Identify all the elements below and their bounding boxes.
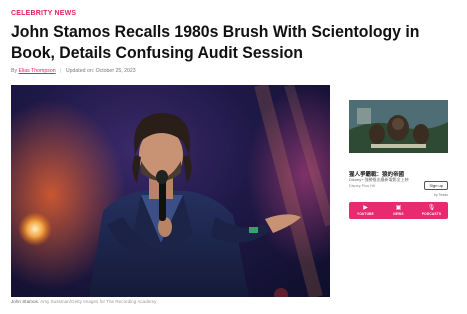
photo-caption: John Stamos. Amy Sussman/Getty Images fo… [11,299,157,304]
ad-description: Disney+ 強勢推出最新電影全上映 [349,177,409,182]
article-headline: John Stamos Recalls 1980s Brush With Sci… [11,22,420,62]
youtube-label: YOUTUBE [357,212,374,216]
hero-photo [11,85,330,297]
ad-image-drawing [349,100,448,153]
youtube-button[interactable]: ▶ YOUTUBE [349,202,382,219]
podcasts-label: PODCASTS [421,212,442,216]
byline: By Elias Thompson | Updated on: October … [11,68,136,74]
podcasts-button[interactable]: 🎙 PODCASTS [415,202,448,219]
youtube-icon: ▶ [363,205,368,211]
ad-by-teads[interactable]: by Teads [434,193,448,197]
ad-brand: Disney Plus HK [349,184,376,188]
caption-subject: John Stamos [11,299,38,304]
byline-prefix: By [11,68,18,74]
ad-image[interactable] [349,100,448,153]
news-button[interactable]: ▣ NEWS [382,202,415,219]
news-icon: ▣ [395,205,402,211]
category-label[interactable]: CELEBRITY NEWS [11,10,76,17]
app-bar: ▶ YOUTUBE ▣ NEWS 🎙 PODCASTS [349,202,448,219]
ad-signup-button[interactable]: Sign up [424,181,448,190]
caption-credit: Amy Sussman/Getty Images for The Recordi… [40,299,157,304]
updated-date: Updated on: October 25, 2023 [65,68,136,74]
hero-photo-drawing [11,85,330,297]
stage-light-icon [18,212,52,246]
byline-divider: | [60,68,62,74]
author-link[interactable]: Elias Thompson [19,68,56,74]
podcast-icon: 🎙 [427,205,436,211]
news-label: NEWS [393,212,404,216]
